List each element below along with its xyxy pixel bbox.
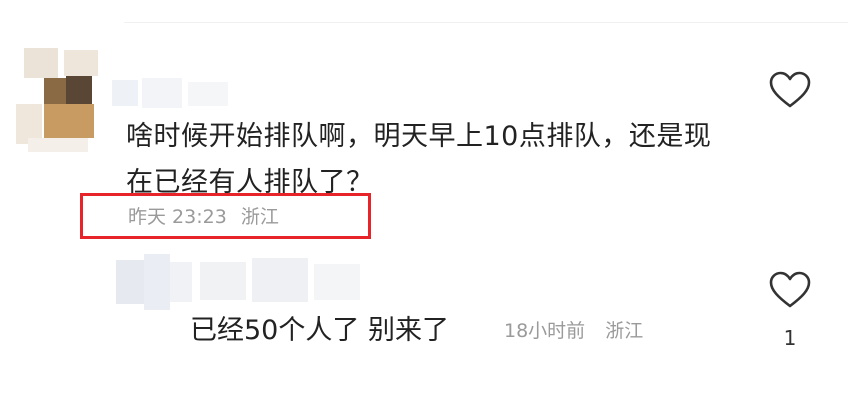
avatar-blur-block (44, 78, 66, 104)
username-blur-block (142, 78, 182, 108)
like-count: 1 (783, 326, 797, 350)
avatar-blur-block (28, 138, 88, 152)
reply-time: 18小时前 (504, 320, 586, 342)
reply-location: 浙江 (605, 320, 644, 342)
avatar-blur-block (44, 104, 94, 138)
comment-section: 啥时候开始排队啊，明天早上10点排队，还是现在已经有人排队了？ 昨天 23:23… (0, 0, 848, 406)
reply-meta: 18小时前 浙江 (504, 317, 643, 345)
username-blur-block (200, 262, 246, 300)
heart-outline-icon[interactable] (768, 70, 812, 110)
avatar-blur-block (64, 50, 98, 76)
avatar-blur-block (66, 76, 92, 104)
divider (124, 22, 848, 23)
username-blurred[interactable] (112, 74, 242, 110)
username-blur-block (112, 80, 138, 106)
username-blur-block (252, 258, 308, 302)
avatar-blur-block (24, 48, 58, 78)
avatar-blur-block (170, 262, 192, 302)
avatar-blur-block (144, 254, 170, 310)
reply-avatar[interactable] (116, 254, 192, 310)
heart-outline-icon[interactable] (768, 270, 812, 310)
avatar-blur-block (116, 260, 144, 304)
avatar[interactable] (14, 48, 98, 152)
highlight-box (80, 193, 371, 239)
username-blur-block (314, 264, 360, 300)
username-blur-block (188, 82, 228, 106)
reply-text: 已经50个人了 别来了 (190, 315, 449, 346)
reply-username-blurred[interactable] (200, 258, 370, 308)
